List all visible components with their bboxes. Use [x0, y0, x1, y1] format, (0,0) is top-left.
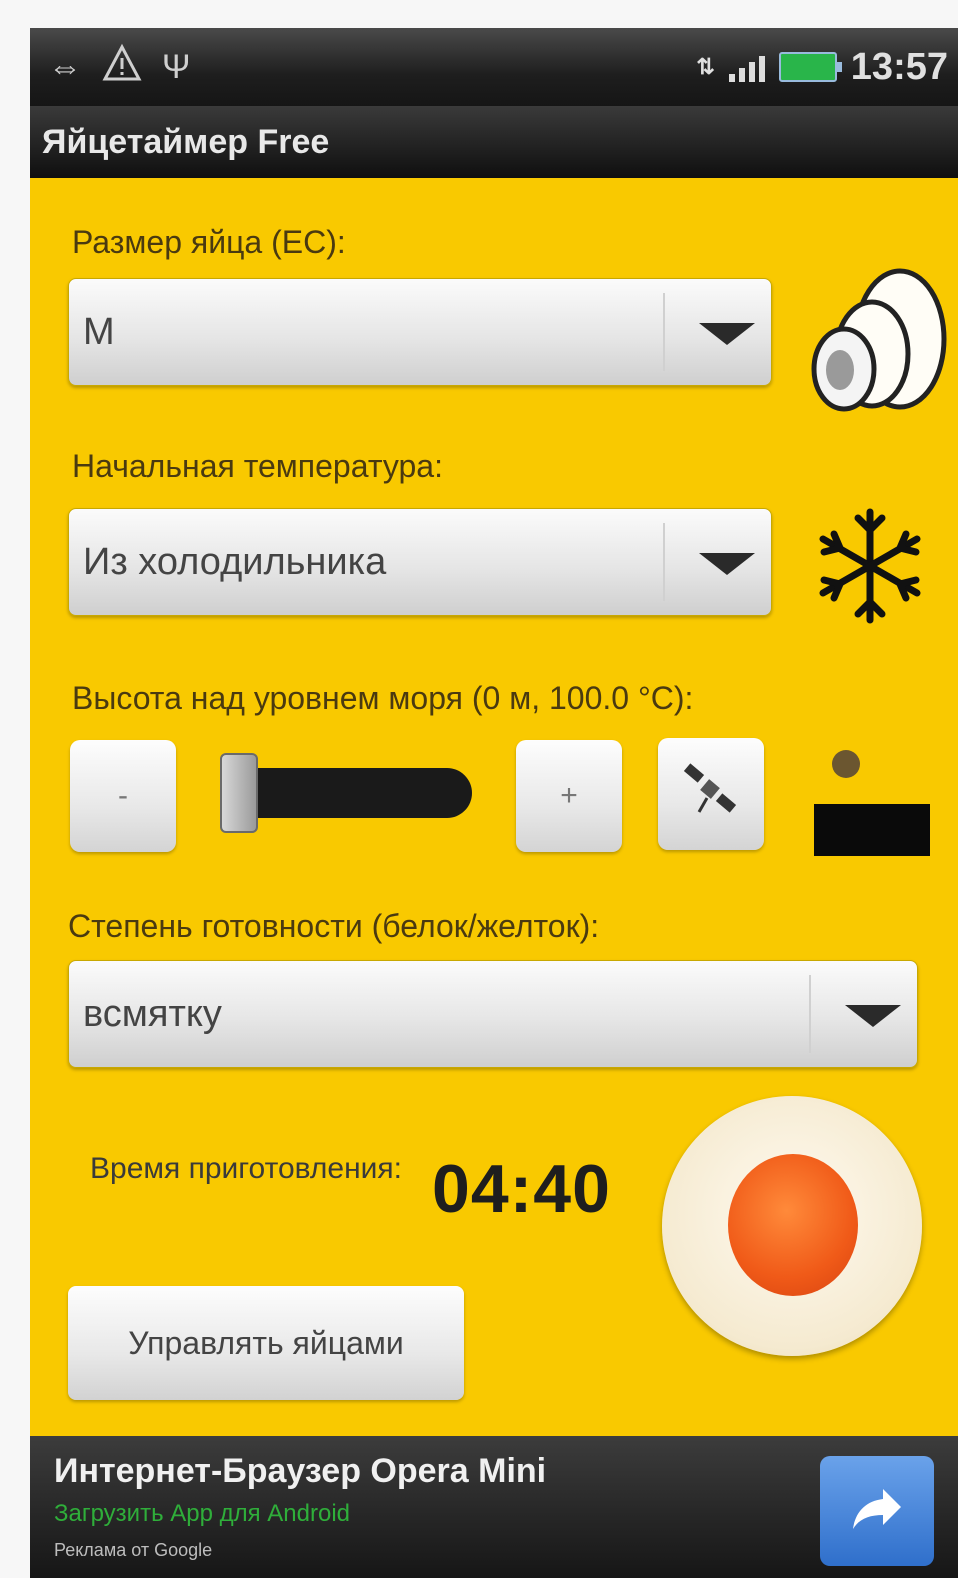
- ad-share-button[interactable]: [820, 1456, 934, 1566]
- altitude-icon: [810, 744, 934, 869]
- doneness-spinner[interactable]: всмятку: [68, 960, 918, 1068]
- doneness-label: Степень готовности (белок/желток):: [68, 908, 600, 944]
- doneness-value: всмятку: [83, 993, 222, 1035]
- altitude-slider[interactable]: [222, 768, 472, 818]
- usb-debug-icon: ⇔: [48, 47, 82, 86]
- manage-eggs-button[interactable]: Управлять яйцами: [68, 1286, 464, 1400]
- usb-icon: Ψ: [162, 47, 191, 86]
- chevron-down-icon: [699, 553, 755, 575]
- gps-altitude-button[interactable]: [658, 738, 764, 850]
- start-temp-value: Из холодильника: [83, 541, 387, 583]
- altitude-minus-button[interactable]: -: [70, 740, 176, 852]
- start-temp-label: Начальная температура:: [72, 448, 443, 484]
- share-arrow-icon: [849, 1485, 905, 1538]
- egg-size-label: Размер яйца (ЕС):: [72, 224, 346, 260]
- cook-time-label: Время приготовления:: [90, 1152, 403, 1185]
- cook-time-value: 04:40: [432, 1151, 611, 1227]
- chevron-down-icon: [699, 323, 755, 345]
- ad-banner[interactable]: Интернет-Браузер Opera Mini Загрузить Ap…: [30, 1436, 958, 1578]
- egg-size-spinner[interactable]: M: [68, 278, 772, 386]
- battery-icon: [778, 52, 842, 82]
- egg-size-value: M: [83, 311, 115, 353]
- status-bar: ⇔ Ψ ⇅ 13:57: [30, 28, 958, 106]
- altitude-plus-button[interactable]: +: [516, 740, 622, 852]
- ad-source: Реклама от Google: [54, 1540, 213, 1560]
- app-title: Яйцетаймер Free: [42, 122, 330, 161]
- network-icon: ⇅: [696, 54, 715, 79]
- warning-icon: [102, 43, 142, 92]
- egg-start-button[interactable]: [662, 1096, 922, 1356]
- altitude-label: Высота над уровнем моря (0 м, 100.0 °C):: [72, 680, 694, 716]
- app-title-bar: Яйцетаймер Free: [30, 106, 958, 178]
- chevron-down-icon: [845, 1005, 901, 1027]
- status-time: 13:57: [850, 45, 948, 88]
- ad-title: Интернет-Браузер Opera Mini: [54, 1452, 547, 1490]
- app-screen: ⇔ Ψ ⇅ 13:57 Яйцетаймер Free Размер яйца …: [30, 28, 958, 1578]
- altitude-slider-thumb[interactable]: [220, 753, 258, 833]
- egg-yolk-icon: [728, 1154, 858, 1296]
- ad-subtitle: Загрузить App для Android: [54, 1500, 351, 1527]
- signal-icon: [728, 52, 765, 82]
- start-temp-spinner[interactable]: Из холодильника: [68, 508, 772, 616]
- satellite-icon: [679, 758, 743, 830]
- egg-size-icon: [800, 264, 950, 419]
- snowflake-icon: [810, 506, 930, 631]
